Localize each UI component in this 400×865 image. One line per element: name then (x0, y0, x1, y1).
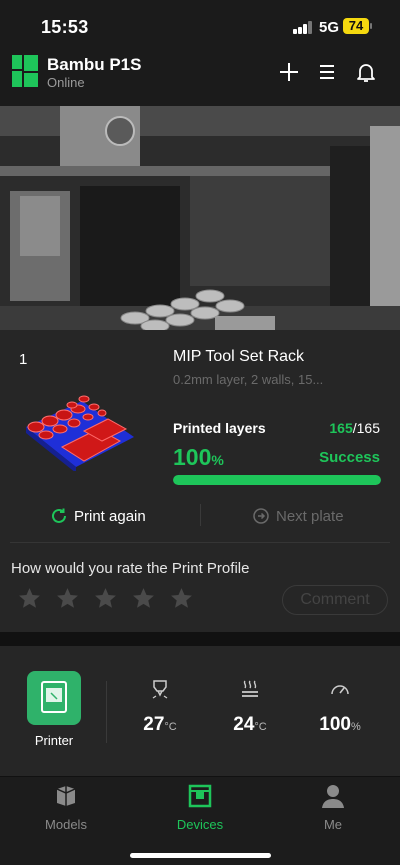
nozzle-temp-unit: °C (164, 721, 177, 733)
refresh-icon (52, 508, 66, 523)
bambu-logo-icon (12, 55, 38, 87)
tab-me[interactable]: Me (283, 783, 383, 832)
progress-percent: 100% (173, 444, 224, 471)
progress-value: 100 (173, 444, 212, 470)
next-plate-label: Next plate (276, 507, 344, 525)
progress-unit: % (211, 452, 224, 468)
device-name[interactable]: Bambu P1S (47, 55, 141, 75)
layers-total: /165 (352, 420, 380, 436)
rating-question: How would you rate the Print Profile (11, 560, 250, 577)
progress-bar-fill (173, 475, 381, 485)
printer-button[interactable] (27, 671, 81, 725)
camera-feed[interactable] (0, 106, 400, 330)
print-again-label: Print again (74, 507, 146, 525)
bed-temp-value: 24 (233, 714, 255, 735)
print-job-panel: 1 MIP Tool Set Rack 0.2mm layer, 2 walls… (0, 330, 400, 632)
add-icon[interactable] (277, 60, 301, 84)
print-speed[interactable]: 100% (300, 678, 380, 736)
heatbed-icon (242, 680, 258, 697)
speedometer-icon (331, 685, 349, 695)
app-header: Bambu P1S Online (0, 50, 400, 106)
section-gap (0, 632, 400, 646)
job-settings: 0.2mm layer, 2 walls, 15... (173, 372, 324, 387)
section-divider (10, 542, 390, 543)
cube-icon (56, 786, 76, 806)
nozzle-temp[interactable]: 27°C (120, 678, 200, 736)
tab-devices-label: Devices (176, 817, 224, 832)
star-icon[interactable] (131, 586, 156, 611)
printed-layers-label: Printed layers (173, 420, 266, 436)
speed-unit: % (350, 721, 361, 733)
plate-number: 1 (19, 351, 28, 368)
tab-models[interactable]: Models (16, 783, 116, 832)
bed-temp-unit: °C (254, 721, 267, 733)
menu-icon[interactable] (315, 60, 339, 84)
home-indicator (130, 853, 271, 858)
camera-image (0, 106, 400, 330)
tab-me-label: Me (323, 817, 343, 832)
star-icon[interactable] (17, 586, 42, 611)
battery-icon: 74 (343, 18, 372, 34)
star-icon[interactable] (55, 586, 80, 611)
job-actions: Print again Next plate (0, 498, 400, 542)
rating-stars (17, 586, 194, 611)
tab-bar: Models Devices Me (0, 776, 400, 865)
comment-button[interactable]: Comment (282, 585, 388, 615)
nozzle-icon (152, 680, 168, 699)
actions-divider (200, 504, 201, 526)
star-icon[interactable] (93, 586, 118, 611)
status-bar: 15:53 5G 74 (0, 0, 400, 50)
printer-frame-icon (188, 784, 212, 808)
layers-current: 165 (329, 420, 353, 436)
device-status: Online (47, 75, 85, 90)
person-icon (322, 785, 344, 808)
layers-count: 165/165 (329, 420, 380, 436)
cellular-signal-icon (293, 21, 313, 34)
job-title: MIP Tool Set Rack (173, 348, 305, 365)
progress-bar (173, 475, 381, 485)
printer-label: Printer (34, 733, 74, 748)
arrow-circle-right-icon (253, 508, 269, 524)
printer-status-strip: Printer 27°C 24°C 100% (0, 646, 400, 776)
model-thumbnail (26, 395, 134, 471)
network-type: 5G (319, 19, 340, 36)
star-icon[interactable] (169, 586, 194, 611)
battery-level: 74 (348, 18, 364, 33)
status-time: 15:53 (41, 17, 89, 37)
next-plate-button[interactable]: Next plate (252, 507, 344, 525)
bell-icon[interactable] (354, 60, 378, 84)
print-again-button[interactable]: Print again (50, 507, 146, 525)
print-result: Success (319, 449, 380, 466)
speed-value: 100 (319, 714, 351, 735)
tab-models-label: Models (45, 817, 87, 832)
tab-devices[interactable]: Devices (150, 783, 250, 832)
nozzle-temp-value: 27 (143, 714, 165, 735)
strip-divider (106, 681, 107, 743)
printer-icon (41, 681, 67, 713)
bed-temp[interactable]: 24°C (210, 678, 290, 736)
